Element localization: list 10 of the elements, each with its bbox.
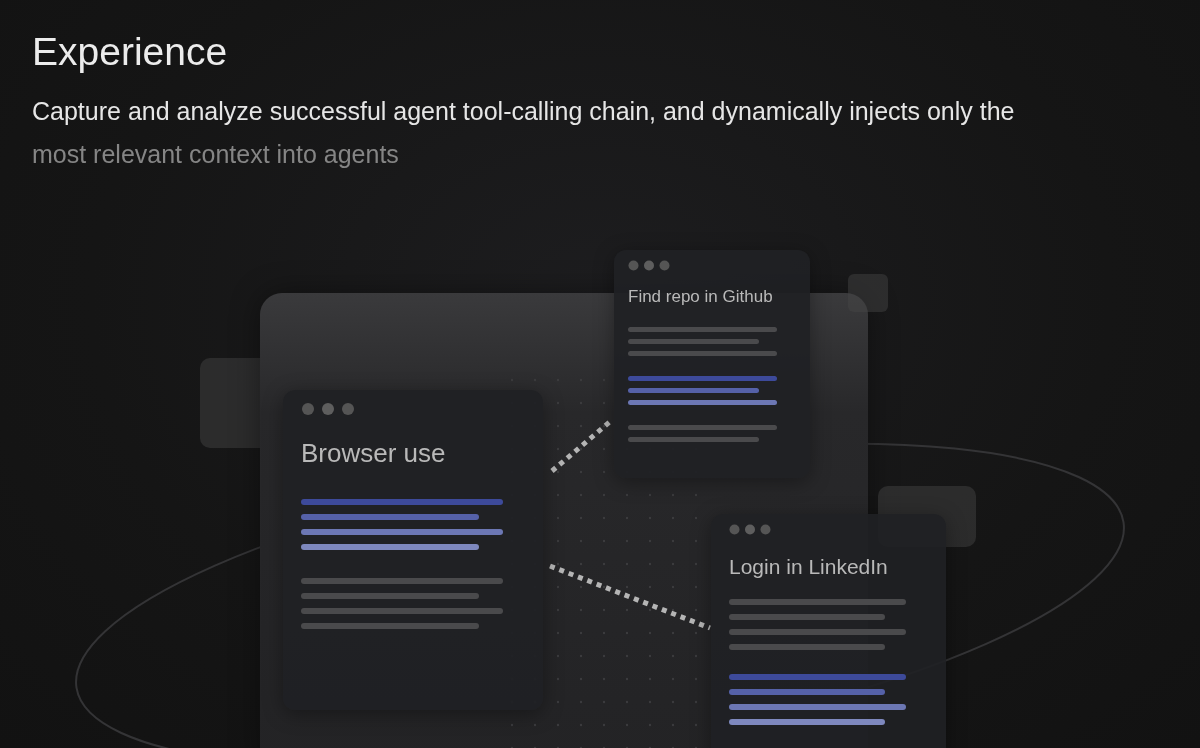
dotted-connector xyxy=(550,418,614,473)
backdrop-square xyxy=(848,274,888,312)
card-title: Find repo in Github xyxy=(628,287,773,307)
description-text: Capture and analyze successful agent tool-calling chain, and dynamically injects only the most relevant context into agents xyxy=(32,96,1016,170)
window-dots-icon xyxy=(729,524,771,535)
card-title: Login in LinkedIn xyxy=(729,555,888,579)
window-dots-icon xyxy=(301,402,355,416)
window-dots-icon xyxy=(628,260,670,271)
card-title: Browser use xyxy=(301,438,446,469)
section-heading: Experience xyxy=(31,29,229,75)
